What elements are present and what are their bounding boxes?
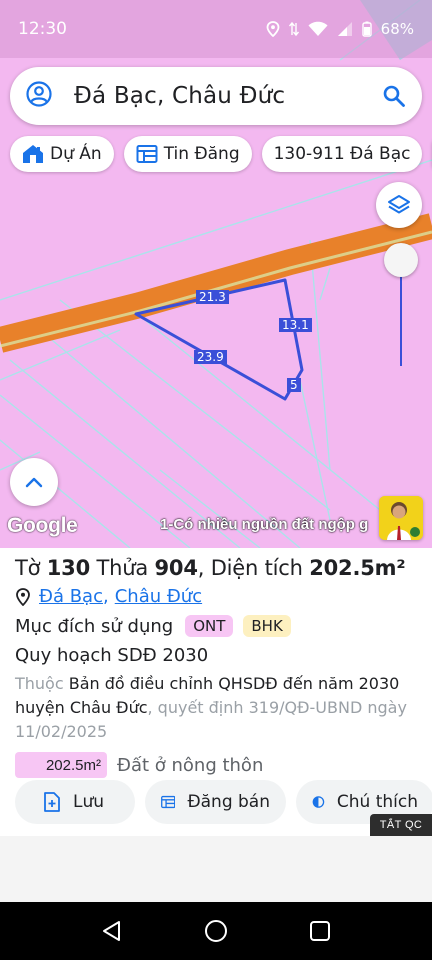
- data-transfer-icon: [288, 21, 299, 37]
- expand-up-button[interactable]: [10, 458, 58, 506]
- location-icon: [266, 21, 280, 37]
- layers-icon: [388, 195, 410, 214]
- google-attribution: Google: [7, 514, 78, 537]
- zone-row: 202.5m² Đất ở nông thôn: [15, 752, 417, 778]
- edge-label: 23.9: [194, 350, 227, 364]
- parcel-title: Tờ 130 Thửa 904, Diện tích 202.5m²: [15, 556, 417, 580]
- parcel-info-sheet: Tờ 130 Thửa 904, Diện tích 202.5m² Đá Bạ…: [0, 548, 432, 836]
- back-button[interactable]: [92, 911, 132, 951]
- main-road: [0, 213, 432, 353]
- ad-banner-area: [0, 836, 432, 902]
- commune-link[interactable]: Đá Bạc: [39, 586, 103, 607]
- chip-label: Tin Đăng: [163, 144, 240, 164]
- recents-icon: [310, 921, 330, 941]
- chevron-up-icon: [25, 477, 43, 488]
- sell-label: Đăng bán: [187, 792, 270, 812]
- system-nav-bar: [0, 902, 432, 960]
- location-pin-icon: [16, 587, 30, 606]
- district-link[interactable]: Châu Đức: [115, 586, 202, 607]
- chip-tin-dang[interactable]: Tin Đăng: [123, 136, 252, 172]
- recents-button[interactable]: [300, 911, 340, 951]
- save-icon: [44, 792, 60, 812]
- search-input[interactable]: Đá Bạc, Châu Đức: [74, 83, 285, 109]
- purpose-label: Mục đích sử dụng: [15, 615, 174, 637]
- marquee-ticker[interactable]: 1-Có nhiều nguồn đất ngộp g: [160, 516, 382, 540]
- wifi-icon: [308, 21, 328, 37]
- planning-description: Thuộc Bản đồ điều chỉnh QHSDĐ đến năm 20…: [15, 672, 417, 744]
- battery-icon: [361, 21, 372, 37]
- post-for-sale-button[interactable]: Đăng bán: [145, 780, 286, 824]
- edge-label: 5: [287, 378, 301, 392]
- chip-label: Dự Án: [50, 144, 102, 164]
- purpose-tag-bhk: BHK: [243, 615, 291, 637]
- listing-icon: [161, 795, 176, 809]
- back-icon: [103, 921, 120, 941]
- purpose-tag-ont: ONT: [185, 615, 234, 637]
- edge-label: 21.3: [196, 290, 229, 304]
- sheet-prefix: Tờ: [15, 556, 41, 580]
- search-bar[interactable]: Đá Bạc, Châu Đức: [10, 67, 422, 125]
- listing-icon: [136, 145, 158, 163]
- land-use-purpose: Mục đích sử dụng ONT BHK: [15, 615, 417, 637]
- plot-number: 904: [154, 556, 198, 580]
- status-bar: 12:30 68%: [0, 0, 432, 58]
- signal-icon: [337, 21, 353, 37]
- save-button[interactable]: Lưu: [15, 780, 135, 824]
- parcel-location: Đá Bạc, Châu Đức: [15, 586, 417, 607]
- close-ads-button[interactable]: TẮT QC: [370, 814, 432, 836]
- desc-prefix: Thuộc: [15, 674, 64, 693]
- plot-prefix: Thửa: [96, 556, 149, 580]
- house-icon: [23, 145, 43, 163]
- zone-area-badge: 202.5m²: [15, 752, 107, 778]
- layers-button[interactable]: [376, 182, 422, 228]
- zone-label: Đất ở nông thôn: [117, 754, 264, 776]
- zoom-slider-handle[interactable]: [384, 243, 418, 277]
- chip-du-an[interactable]: Dự Án: [10, 136, 114, 172]
- save-label: Lưu: [73, 792, 105, 812]
- status-time: 12:30: [18, 19, 67, 39]
- account-icon[interactable]: [26, 80, 52, 112]
- area-value: 202.5m²: [309, 556, 406, 580]
- agent-avatar[interactable]: [379, 496, 423, 540]
- sheet-number: 130: [46, 556, 91, 580]
- contrast-icon: [312, 796, 325, 808]
- legend-label: Chú thích: [336, 792, 418, 812]
- area-prefix: , Diện tích: [197, 556, 303, 580]
- home-button[interactable]: [196, 911, 236, 951]
- filter-chips: Dự Án Tin Đăng 130-911 Đá Bạc: [10, 136, 432, 174]
- planning-heading: Quy hoạch SDĐ 2030: [15, 645, 209, 666]
- home-icon: [205, 920, 227, 942]
- search-icon[interactable]: [382, 84, 406, 108]
- chip-label: 130-911 Đá Bạc: [273, 144, 411, 164]
- battery-level: 68%: [380, 20, 414, 38]
- edge-label: 13.1: [279, 318, 312, 332]
- ticker-text: 1-Có nhiều nguồn đất ngộp g: [160, 516, 369, 533]
- chip-parcel-id[interactable]: 130-911 Đá Bạc: [261, 136, 423, 172]
